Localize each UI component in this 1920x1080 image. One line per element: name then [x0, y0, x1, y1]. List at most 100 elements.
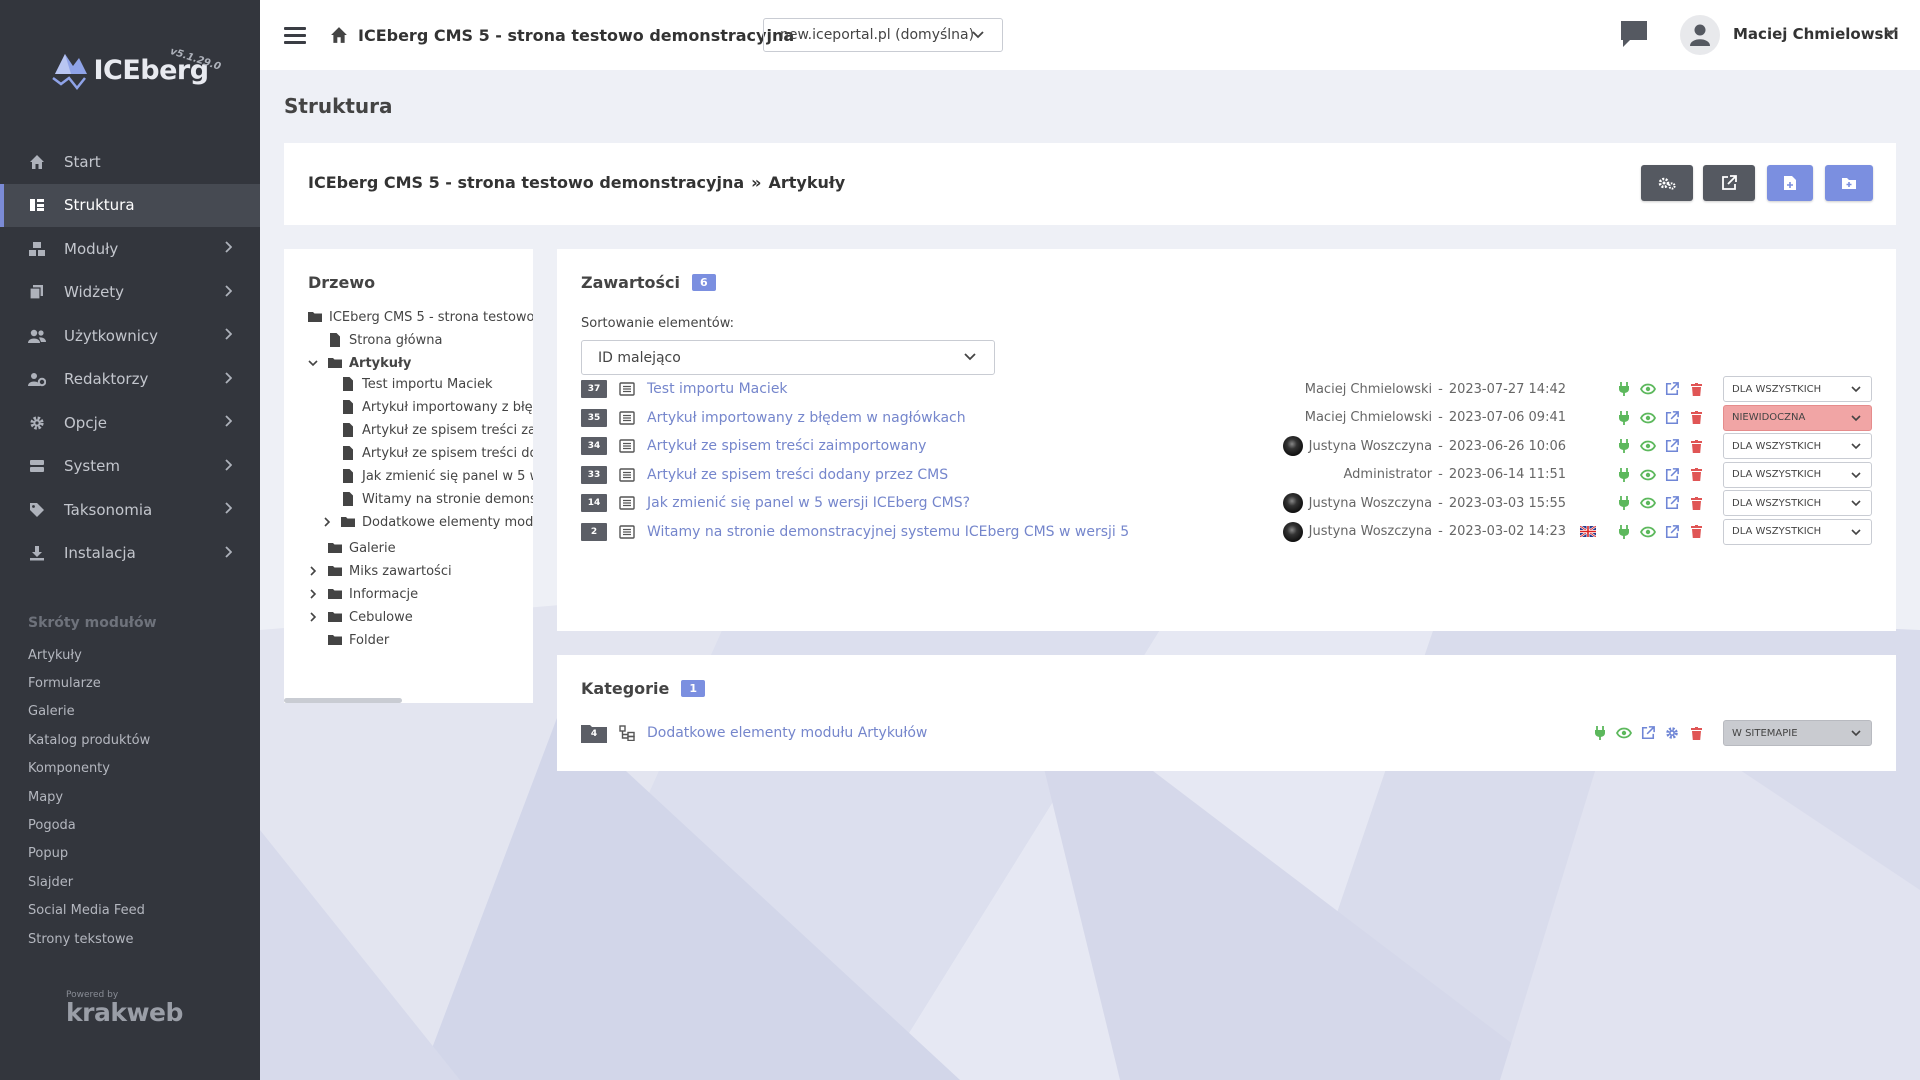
- content-link[interactable]: Jak zmienić się panel w 5 wersji ICEberg…: [647, 495, 970, 511]
- sidebar-item-struktura[interactable]: Struktura: [0, 183, 260, 227]
- app-logo[interactable]: ICEberg v5.1.29.0: [0, 0, 260, 140]
- visibility-select[interactable]: DLA WSZYSTKICH: [1723, 518, 1872, 545]
- tree-node[interactable]: Artykuł importowany z błędem w nagłówkac…: [341, 397, 533, 417]
- sidebar-item-taksonomia[interactable]: Taksonomia: [0, 488, 260, 532]
- chevron-right-icon[interactable]: [322, 515, 332, 529]
- sidebar-item-start[interactable]: Start: [0, 140, 260, 184]
- preview-eye-icon[interactable]: [1636, 520, 1660, 544]
- open-external-button[interactable]: [1703, 165, 1755, 201]
- gear-icon[interactable]: [1660, 721, 1684, 745]
- user-name[interactable]: Maciej Chmielowski: [1733, 25, 1899, 43]
- site-title[interactable]: ICEberg CMS 5 - strona testowo demonstra…: [358, 26, 794, 45]
- shortcut-strony-tekstowe[interactable]: Strony tekstowe: [0, 925, 260, 953]
- content-link[interactable]: Artykuł ze spisem treści zaimportowany: [647, 438, 926, 454]
- preview-eye-icon[interactable]: [1636, 434, 1660, 458]
- shortcut-komponenty[interactable]: Komponenty: [0, 755, 260, 783]
- publish-icon[interactable]: [1612, 491, 1636, 515]
- shortcut-artykuly[interactable]: Artykuły: [0, 641, 260, 669]
- external-link-icon[interactable]: [1660, 406, 1684, 430]
- category-link[interactable]: Dodatkowe elementy modułu Artykułów: [647, 725, 927, 741]
- sort-select[interactable]: ID malejąco: [581, 340, 995, 375]
- shortcut-pogoda[interactable]: Pogoda: [0, 811, 260, 839]
- tree-node[interactable]: Miks zawartości: [308, 561, 452, 581]
- tree-node[interactable]: Test importu Maciek: [341, 374, 493, 394]
- user-avatar[interactable]: [1680, 15, 1720, 55]
- horizontal-scrollbar[interactable]: [284, 698, 402, 703]
- tree-node[interactable]: ICEberg CMS 5 - strona testowo demonstra…: [308, 307, 533, 327]
- shortcut-social-media-feed[interactable]: Social Media Feed: [0, 897, 260, 925]
- content-link[interactable]: Artykuł importowany z błędem w nagłówkac…: [647, 410, 966, 426]
- tree-node[interactable]: Artykuły: [308, 353, 411, 373]
- home-icon[interactable]: [330, 26, 348, 44]
- sidebar-item-redaktorzy[interactable]: Redaktorzy: [0, 358, 260, 402]
- visibility-select[interactable]: DLA WSZYSTKICH: [1723, 490, 1872, 516]
- shortcut-galerie[interactable]: Galerie: [0, 698, 260, 726]
- publish-icon[interactable]: [1612, 520, 1636, 544]
- tree-node[interactable]: Folder: [328, 630, 389, 650]
- preview-eye-icon[interactable]: [1612, 721, 1636, 745]
- visibility-select[interactable]: DLA WSZYSTKICH: [1723, 461, 1872, 488]
- settings-button[interactable]: [1641, 165, 1693, 201]
- sidebar-item-instalacja[interactable]: Instalacja: [0, 532, 260, 576]
- preview-eye-icon[interactable]: [1636, 406, 1660, 430]
- powered-by[interactable]: Powered by krakweb: [66, 990, 183, 1026]
- trash-icon[interactable]: [1684, 721, 1708, 745]
- content-link[interactable]: Witamy na stronie demonstracyjnej system…: [647, 524, 1129, 540]
- trash-icon[interactable]: [1684, 434, 1708, 458]
- preview-eye-icon[interactable]: [1636, 377, 1660, 401]
- tree-node[interactable]: Artykuł ze spisem treści zaimportowany: [341, 420, 533, 440]
- shortcut-slajder[interactable]: Slajder: [0, 868, 260, 896]
- sidebar-item-opcje[interactable]: Opcje: [0, 401, 260, 445]
- shortcut-popup[interactable]: Popup: [0, 840, 260, 868]
- publish-icon[interactable]: [1588, 721, 1612, 745]
- tree-node[interactable]: Strona główna: [328, 330, 442, 350]
- tree-node[interactable]: Witamy na stronie demonstracyjnej system…: [341, 489, 533, 509]
- chevron-down-icon[interactable]: [1885, 28, 1897, 36]
- chevron-right-icon[interactable]: [308, 610, 318, 624]
- content-link[interactable]: Test importu Maciek: [647, 381, 788, 397]
- messages-icon[interactable]: [1618, 18, 1650, 50]
- tree-node[interactable]: Artykuł ze spisem treści dodany przez CM…: [341, 443, 533, 463]
- tree-node[interactable]: Galerie: [328, 538, 396, 558]
- tree-node[interactable]: Informacje: [308, 584, 418, 604]
- menu-toggle-button[interactable]: [284, 23, 306, 48]
- external-link-icon[interactable]: [1636, 721, 1660, 745]
- add-file-button[interactable]: [1767, 165, 1813, 201]
- chevron-right-icon[interactable]: [308, 587, 318, 601]
- visibility-select[interactable]: DLA WSZYSTKICH: [1723, 433, 1872, 459]
- sidebar-item-widzety[interactable]: Widżety: [0, 271, 260, 315]
- shortcut-katalog-produktow[interactable]: Katalog produktów: [0, 726, 260, 754]
- add-folder-button[interactable]: [1825, 165, 1873, 201]
- trash-icon[interactable]: [1684, 520, 1708, 544]
- shortcut-mapy[interactable]: Mapy: [0, 783, 260, 811]
- publish-icon[interactable]: [1612, 434, 1636, 458]
- category-visibility-select[interactable]: W SITEMAPIE: [1723, 720, 1872, 746]
- visibility-select[interactable]: DLA WSZYSTKICH: [1723, 376, 1872, 402]
- preview-eye-icon[interactable]: [1636, 491, 1660, 515]
- publish-icon[interactable]: [1612, 406, 1636, 430]
- sidebar-item-uzytkownicy[interactable]: Użytkownicy: [0, 314, 260, 358]
- external-link-icon[interactable]: [1660, 463, 1684, 487]
- trash-icon[interactable]: [1684, 491, 1708, 515]
- tree-node[interactable]: Jak zmienić się panel w 5 wersji ICEberg…: [341, 466, 533, 486]
- trash-icon[interactable]: [1684, 406, 1708, 430]
- trash-icon[interactable]: [1684, 463, 1708, 487]
- chevron-down-icon[interactable]: [308, 356, 318, 370]
- publish-icon[interactable]: [1612, 377, 1636, 401]
- tree-node[interactable]: Cebulowe: [308, 607, 413, 627]
- tree-node[interactable]: Dodatkowe elementy modułu Artykułów: [322, 512, 533, 532]
- publish-icon[interactable]: [1612, 463, 1636, 487]
- external-link-icon[interactable]: [1660, 491, 1684, 515]
- external-link-icon[interactable]: [1660, 377, 1684, 401]
- sidebar-item-moduly[interactable]: Moduły: [0, 227, 260, 271]
- domain-select[interactable]: new.iceportal.pl (domyślna): [763, 18, 1003, 52]
- external-link-icon[interactable]: [1660, 520, 1684, 544]
- sidebar-item-system[interactable]: System: [0, 445, 260, 489]
- content-link[interactable]: Artykuł ze spisem treści dodany przez CM…: [647, 467, 948, 483]
- preview-eye-icon[interactable]: [1636, 463, 1660, 487]
- shortcut-formularze[interactable]: Formularze: [0, 669, 260, 697]
- breadcrumb-root[interactable]: ICEberg CMS 5 - strona testowo demonstra…: [308, 173, 744, 192]
- trash-icon[interactable]: [1684, 377, 1708, 401]
- external-link-icon[interactable]: [1660, 434, 1684, 458]
- chevron-right-icon[interactable]: [308, 564, 318, 578]
